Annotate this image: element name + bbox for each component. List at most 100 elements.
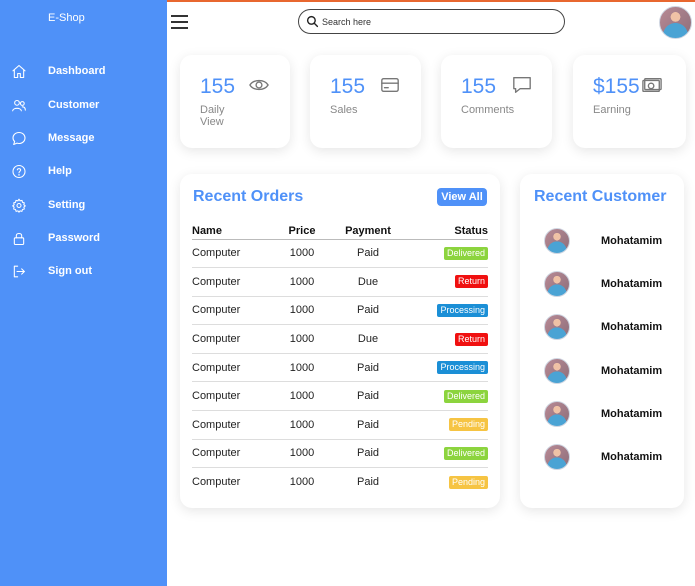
customer-name: Mohatamim bbox=[601, 321, 663, 333]
chat-icon bbox=[10, 130, 27, 147]
status-badge: Delivered bbox=[443, 246, 488, 260]
status-badge: Return bbox=[454, 332, 488, 346]
stat-label: Comments bbox=[461, 104, 515, 116]
order-payment: Paid bbox=[332, 296, 404, 326]
customer-name: Mohatamim bbox=[601, 451, 663, 463]
table-row[interactable]: Computer 1000 Paid Delivered bbox=[192, 239, 488, 269]
sidebar-item-label: Message bbox=[48, 132, 95, 144]
customer-list-item[interactable]: Mohatamim bbox=[520, 358, 684, 401]
order-name: Computer bbox=[192, 353, 272, 383]
order-price: 1000 bbox=[272, 324, 332, 354]
order-name: Computer bbox=[192, 410, 272, 440]
customer-list-item[interactable]: Mohatamim bbox=[520, 228, 684, 271]
sidebar-item-help[interactable]: Help bbox=[0, 157, 167, 185]
order-name: Computer bbox=[192, 324, 272, 354]
status-badge: Pending bbox=[448, 475, 488, 489]
table-row[interactable]: Computer 1000 Paid Pending bbox=[192, 468, 488, 497]
customer-name: Mohatamim bbox=[601, 408, 663, 420]
sidebar-item-setting[interactable]: Setting bbox=[0, 191, 167, 219]
customer-list-item[interactable]: Mohatamim bbox=[520, 271, 684, 314]
menu-toggle-icon[interactable] bbox=[170, 12, 190, 32]
table-row[interactable]: Computer 1000 Paid Processing bbox=[192, 353, 488, 383]
sidebar-item-label: Dashboard bbox=[48, 65, 106, 77]
column-header-name: Name bbox=[192, 224, 272, 240]
sidebar-item-label: Help bbox=[48, 165, 72, 177]
brand-logo[interactable]: E-Shop bbox=[48, 12, 85, 24]
stat-card-sales[interactable]: 155 Sales bbox=[310, 55, 421, 148]
table-row[interactable]: Computer 1000 Paid Pending bbox=[192, 410, 488, 440]
table-row[interactable]: Computer 1000 Paid Processing bbox=[192, 296, 488, 326]
order-price: 1000 bbox=[272, 439, 332, 469]
recent-orders-title: Recent Orders bbox=[193, 188, 304, 205]
table-row[interactable]: Computer 1000 Due Return bbox=[192, 324, 488, 354]
stat-value: 155 bbox=[330, 75, 366, 98]
search-icon[interactable] bbox=[306, 15, 319, 28]
sidebar-item-label: Customer bbox=[48, 99, 100, 111]
customer-avatar bbox=[544, 358, 570, 384]
customer-name: Mohatamim bbox=[601, 235, 663, 247]
order-price: 1000 bbox=[272, 381, 332, 412]
customer-list-item[interactable]: Mohatamim bbox=[520, 444, 684, 487]
sidebar-item-customer[interactable]: Customer bbox=[0, 91, 167, 119]
sidebar-item-dashboard[interactable]: Dashboard bbox=[0, 57, 167, 85]
recent-customer-panel: Recent Customer Mohatamim Mohatamim Mohata… bbox=[520, 174, 684, 508]
customer-avatar bbox=[544, 314, 570, 340]
sidebar-item-message[interactable]: Message bbox=[0, 124, 167, 152]
sidebar: E-Shop Dashboard Customer Message Help S… bbox=[0, 0, 167, 586]
order-payment: Due bbox=[332, 267, 404, 297]
column-header-payment: Payment bbox=[332, 224, 404, 240]
stat-card-comments[interactable]: 155 Comments bbox=[441, 55, 552, 148]
stat-card-daily-view[interactable]: 155 Daily View bbox=[180, 55, 290, 148]
customer-list-item[interactable]: Mohatamim bbox=[520, 401, 684, 444]
status-badge: Delivered bbox=[443, 389, 488, 403]
status-badge: Pending bbox=[448, 418, 488, 432]
order-price: 1000 bbox=[272, 410, 332, 440]
recent-customer-title: Recent Customer bbox=[534, 188, 667, 205]
table-header-row: Name Price Payment Status bbox=[192, 224, 488, 240]
stat-card-earning[interactable]: $155 Earning bbox=[573, 55, 686, 148]
order-price: 1000 bbox=[272, 239, 332, 269]
sidebar-item-password[interactable]: Password bbox=[0, 224, 167, 252]
order-price: 1000 bbox=[272, 267, 332, 297]
order-payment: Due bbox=[332, 324, 404, 354]
gear-icon bbox=[10, 197, 27, 214]
order-name: Computer bbox=[192, 439, 272, 469]
table-row[interactable]: Computer 1000 Paid Delivered bbox=[192, 439, 488, 469]
home-icon bbox=[10, 63, 27, 80]
customer-avatar bbox=[544, 401, 570, 427]
search-bar bbox=[298, 9, 565, 34]
eye-icon bbox=[248, 75, 270, 95]
lock-icon bbox=[10, 230, 27, 247]
user-avatar[interactable] bbox=[659, 6, 692, 39]
help-icon bbox=[10, 163, 27, 180]
order-price: 1000 bbox=[272, 296, 332, 326]
order-name: Computer bbox=[192, 476, 241, 489]
column-header-status: Status bbox=[404, 224, 488, 240]
customer-list-item[interactable]: Mohatamim bbox=[520, 314, 684, 357]
status-badge: Delivered bbox=[443, 446, 488, 460]
customer-avatar bbox=[544, 271, 570, 297]
sidebar-item-label: Sign out bbox=[48, 265, 92, 277]
search-input[interactable] bbox=[322, 13, 552, 30]
order-payment: Paid bbox=[332, 439, 404, 469]
customer-name: Mohatamim bbox=[601, 278, 663, 290]
status-badge: Return bbox=[454, 275, 488, 289]
order-payment: Paid bbox=[332, 353, 404, 383]
order-name: Computer bbox=[192, 296, 272, 326]
users-icon bbox=[10, 97, 27, 114]
stat-value: 155 bbox=[200, 75, 236, 98]
order-payment: Paid bbox=[332, 410, 404, 440]
table-row[interactable]: Computer 1000 Due Return bbox=[192, 267, 488, 297]
table-row[interactable]: Computer 1000 Paid Delivered bbox=[192, 381, 488, 412]
customer-avatar bbox=[544, 228, 570, 254]
order-payment: Paid bbox=[356, 476, 380, 489]
stat-value: 155 bbox=[461, 75, 497, 98]
customer-name: Mohatamim bbox=[601, 365, 663, 377]
stat-value: $155 bbox=[593, 75, 640, 98]
order-price: 1000 bbox=[289, 476, 315, 489]
order-name: Computer bbox=[192, 267, 272, 297]
sidebar-item-signout[interactable]: Sign out bbox=[0, 257, 167, 285]
order-price: 1000 bbox=[272, 353, 332, 383]
view-all-button[interactable]: View All bbox=[437, 188, 487, 206]
order-name: Computer bbox=[192, 239, 272, 269]
